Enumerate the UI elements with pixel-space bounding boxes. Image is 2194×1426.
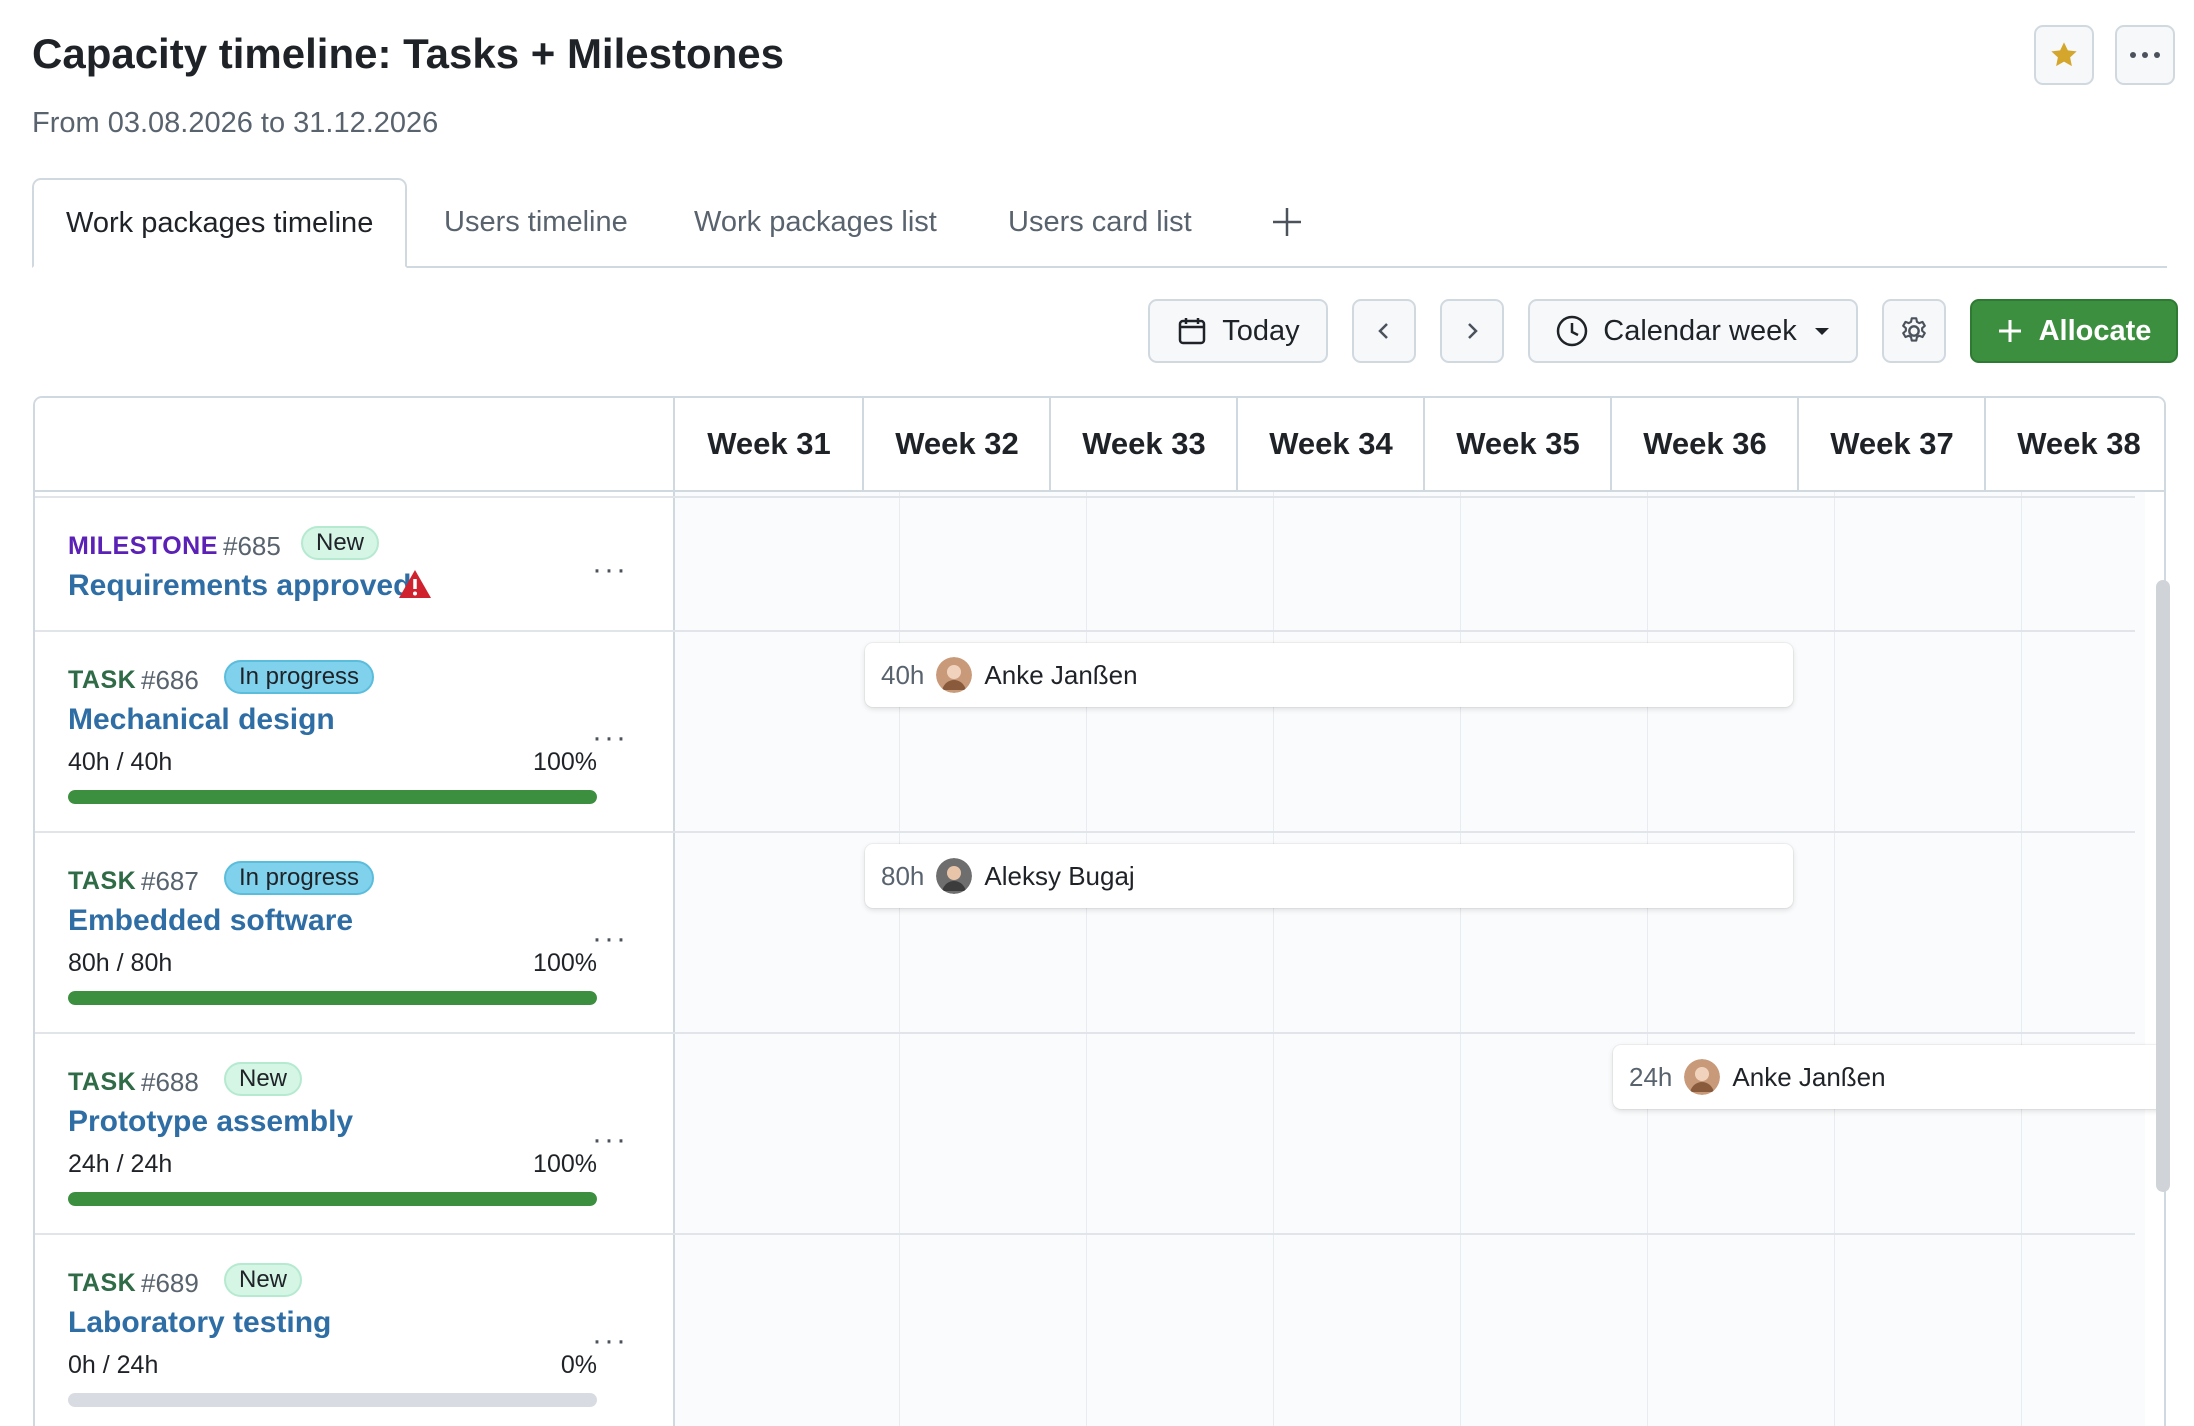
- allocation-bar[interactable]: 24h Anke Janßen: [1613, 1045, 2164, 1109]
- hours-summary: 40h / 40h: [68, 748, 173, 776]
- tab-users-timeline[interactable]: Users timeline: [444, 178, 628, 266]
- page-title: Capacity timeline: Tasks + Milestones: [32, 30, 785, 77]
- capacity-timeline-grid: Week 31 Week 32 Week 33 Week 34 Week 35 …: [33, 396, 2166, 1426]
- status-badge: New: [224, 1062, 303, 1096]
- chevron-right-icon: [1468, 323, 1478, 339]
- row-divider: [35, 630, 2135, 632]
- week-header: Week 36: [1610, 398, 1798, 490]
- row-divider: [35, 1032, 2135, 1034]
- next-period-button[interactable]: [1440, 299, 1504, 363]
- row-divider: [35, 831, 2135, 833]
- type-label: TASK: [68, 867, 137, 895]
- status-badge: New: [224, 1263, 303, 1297]
- caret-down-icon: [1814, 328, 1829, 335]
- status-badge: In progress: [224, 660, 375, 694]
- hours-summary: 80h / 80h: [68, 949, 173, 977]
- tab-work-packages-timeline[interactable]: Work packages timeline: [32, 178, 408, 268]
- warning-icon: [399, 570, 431, 598]
- progress-percent: 0%: [560, 1351, 597, 1379]
- chevron-left-icon: [1378, 323, 1388, 339]
- row-more-button[interactable]: ···: [588, 922, 632, 955]
- allocation-bar[interactable]: 40h Anke Janßen: [865, 643, 1793, 707]
- type-label: TASK: [68, 1068, 137, 1096]
- work-package-id: #685: [223, 531, 281, 561]
- hours-summary: 24h / 24h: [68, 1150, 173, 1178]
- work-package-id: #686: [141, 665, 199, 695]
- favorite-button[interactable]: [2034, 25, 2094, 85]
- period-select[interactable]: Calendar week: [1528, 299, 1858, 363]
- more-actions-button[interactable]: [2115, 25, 2175, 85]
- row-more-button[interactable]: ···: [588, 1324, 632, 1357]
- row-divider: [35, 496, 2135, 498]
- work-package-title-link[interactable]: Laboratory testing: [68, 1306, 331, 1340]
- type-label: TASK: [68, 666, 137, 694]
- week-header: Week 31: [707, 426, 831, 461]
- type-label: TASK: [68, 1269, 137, 1297]
- avatar: [936, 657, 973, 693]
- week-header: Week 37: [1797, 398, 1985, 490]
- add-view-button[interactable]: [1270, 178, 1304, 266]
- work-package-title-link[interactable]: Mechanical design: [68, 703, 335, 737]
- avatar: [936, 858, 973, 894]
- plus-icon: [1998, 320, 2021, 342]
- previous-period-button[interactable]: [1352, 299, 1416, 363]
- work-package-id: #689: [141, 1268, 199, 1298]
- week-header: Week 38: [1984, 398, 2164, 490]
- date-range-subtitle: From 03.08.2026 to 31.12.2026: [32, 107, 439, 139]
- today-label: Today: [1222, 314, 1300, 347]
- hours-summary: 0h / 24h: [68, 1351, 159, 1379]
- work-package-id: #687: [141, 866, 199, 896]
- progress-percent: 100%: [533, 748, 597, 776]
- allocation-bar[interactable]: 80h Aleksy Bugaj: [865, 844, 1793, 908]
- status-badge: New: [301, 526, 380, 560]
- row-more-button[interactable]: ···: [588, 1123, 632, 1156]
- period-label: Calendar week: [1603, 314, 1797, 347]
- calendar-icon: [1179, 318, 1206, 345]
- column-divider: [673, 398, 675, 1426]
- tab-users-card-list[interactable]: Users card list: [1008, 178, 1192, 266]
- week-header: Week 32: [862, 398, 1050, 490]
- allocate-label: Allocate: [2038, 314, 2152, 347]
- allocation-user: Anke Janßen: [1732, 1061, 1886, 1092]
- work-package-id: #688: [141, 1067, 199, 1097]
- allocation-hours: 24h: [1629, 1061, 1673, 1092]
- progress-bar: [68, 991, 597, 1005]
- status-badge: In progress: [224, 861, 375, 895]
- allocation-user: Anke Janßen: [984, 659, 1138, 690]
- row-divider: [35, 1233, 2135, 1235]
- avatar: [1684, 1059, 1721, 1095]
- type-label: MILESTONE: [68, 532, 218, 560]
- progress-bar: [68, 790, 597, 804]
- week-header: Week 33: [1049, 398, 1237, 490]
- timeline-header: Week 31 Week 32 Week 33 Week 34 Week 35 …: [35, 398, 2164, 492]
- allocation-user: Aleksy Bugaj: [984, 860, 1135, 891]
- gear-icon: [1902, 317, 1926, 342]
- row-more-button[interactable]: ···: [588, 721, 632, 754]
- progress-bar: [68, 1192, 597, 1206]
- week-header: Week 35: [1423, 398, 1611, 490]
- settings-button[interactable]: [1882, 299, 1946, 363]
- more-horizontal-icon: [2130, 52, 2160, 58]
- plus-icon: [1273, 208, 1301, 236]
- star-icon: [2051, 42, 2077, 67]
- row-more-button[interactable]: ···: [588, 553, 632, 586]
- week-header: Week 34: [1236, 398, 1424, 490]
- allocation-hours: 80h: [881, 860, 925, 891]
- allocation-hours: 40h: [881, 659, 925, 690]
- work-package-title-link[interactable]: Prototype assembly: [68, 1105, 353, 1139]
- work-package-title-link[interactable]: Embedded software: [68, 904, 353, 938]
- clock-icon: [1557, 315, 1588, 347]
- view-tabs: Work packages timeline Users timeline Wo…: [32, 178, 2167, 268]
- vertical-scrollbar[interactable]: [2156, 580, 2170, 1192]
- allocate-button[interactable]: Allocate: [1970, 299, 2178, 363]
- work-package-title-link[interactable]: Requirements approved: [68, 569, 411, 603]
- progress-bar: [68, 1393, 597, 1407]
- progress-percent: 100%: [533, 949, 597, 977]
- today-button[interactable]: Today: [1148, 299, 1328, 363]
- progress-percent: 100%: [533, 1150, 597, 1178]
- tab-work-packages-list[interactable]: Work packages list: [694, 178, 937, 266]
